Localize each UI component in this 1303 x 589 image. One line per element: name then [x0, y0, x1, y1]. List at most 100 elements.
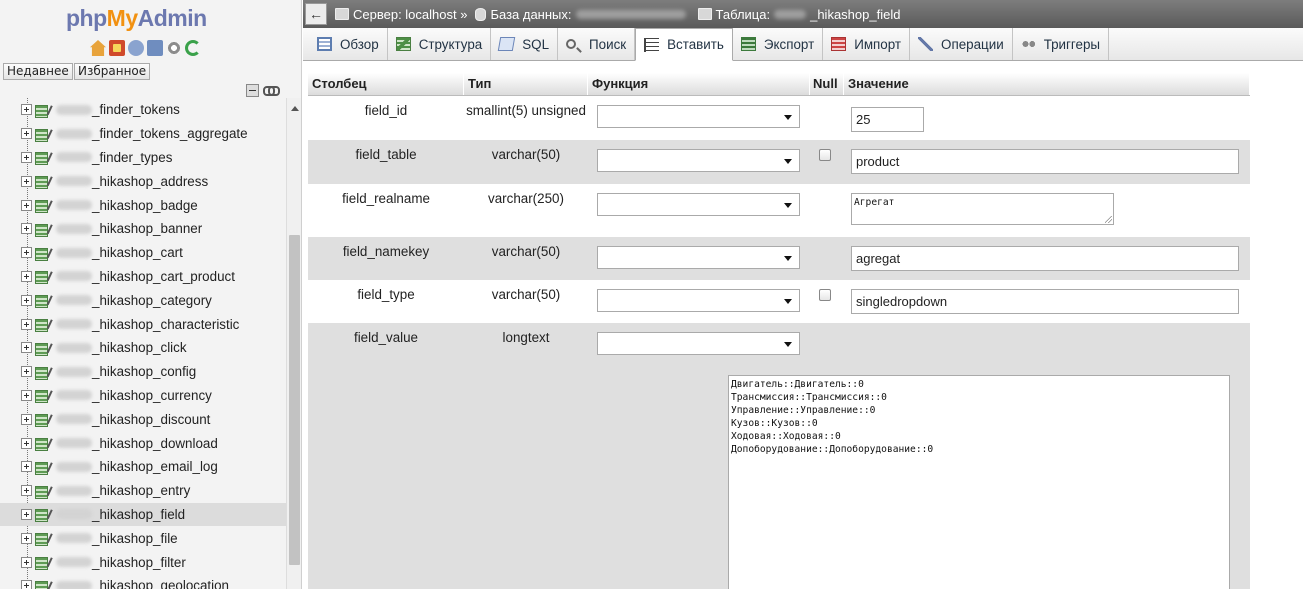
tree-item[interactable]: _hikashop_config	[0, 360, 286, 384]
table-structure-icon[interactable]	[35, 103, 51, 118]
value-input[interactable]: product	[851, 149, 1239, 174]
tree-item-label[interactable]: _hikashop_click	[92, 340, 187, 355]
tree-item[interactable]: _finder_tokens_aggregate	[0, 122, 286, 146]
expand-plus-icon[interactable]	[21, 389, 32, 401]
table-structure-icon[interactable]	[35, 293, 51, 309]
expand-plus-icon[interactable]	[21, 270, 32, 282]
table-structure-icon[interactable]	[35, 388, 51, 404]
expand-plus-icon[interactable]	[21, 247, 32, 259]
tree-item-label[interactable]: _hikashop_discount	[92, 412, 210, 427]
null-checkbox[interactable]	[819, 289, 831, 301]
scroll-up-arrow-icon[interactable]	[291, 106, 299, 111]
tree-item[interactable]: _hikashop_field	[0, 502, 286, 527]
tab-export[interactable]: Экспорт	[733, 28, 824, 60]
tab-sql[interactable]: SQL	[491, 28, 559, 60]
exit-icon[interactable]	[109, 40, 125, 56]
function-select[interactable]	[597, 332, 800, 355]
table-structure-icon[interactable]	[35, 412, 51, 428]
tree-item-label[interactable]: _finder_tokens	[92, 102, 180, 117]
tree-item[interactable]: _finder_tokens	[0, 98, 286, 122]
function-select[interactable]	[597, 149, 800, 172]
expand-plus-icon[interactable]	[21, 461, 32, 473]
tab-browse[interactable]: Обзор	[309, 28, 388, 60]
table-structure-icon[interactable]	[35, 579, 51, 589]
breadcrumb-database[interactable]: База данных:	[475, 7, 689, 22]
tree-item-label[interactable]: _hikashop_badge	[92, 198, 198, 213]
reload-icon[interactable]	[185, 40, 201, 56]
table-structure-icon[interactable]	[35, 150, 51, 166]
value-textarea-large[interactable]: Двигатель::Двигатель::0 Трансмиссия::Тра…	[728, 375, 1230, 589]
table-structure-icon[interactable]	[35, 269, 51, 285]
table-structure-icon[interactable]	[35, 460, 51, 475]
tree-item-label[interactable]: _hikashop_entry	[92, 483, 190, 498]
breadcrumb-table[interactable]: Таблица: _hikashop_field	[697, 7, 900, 22]
tree-item[interactable]: _hikashop_currency	[0, 384, 286, 408]
tab-search[interactable]: Поиск	[558, 28, 636, 60]
tree-item-label[interactable]: _hikashop_characteristic	[92, 317, 239, 332]
tree-item-label[interactable]: _hikashop_config	[92, 364, 196, 379]
expand-plus-icon[interactable]	[21, 508, 32, 520]
collapse-all-icon[interactable]	[246, 84, 259, 97]
tree-item-label[interactable]: _hikashop_currency	[92, 388, 212, 403]
expand-plus-icon[interactable]	[21, 342, 32, 354]
docs-icon[interactable]	[147, 40, 163, 56]
tab-operations-wrench[interactable]: Операции	[910, 28, 1013, 60]
tree-item-label[interactable]: _hikashop_filter	[92, 555, 186, 570]
favorite-tables-button[interactable]: Избранное	[74, 63, 151, 80]
expand-plus-icon[interactable]	[21, 318, 32, 330]
home-icon[interactable]	[90, 40, 106, 56]
tree-item[interactable]: _hikashop_entry	[0, 479, 286, 503]
tree-item[interactable]: _hikashop_characteristic	[0, 312, 286, 336]
table-structure-icon[interactable]	[35, 436, 51, 452]
table-structure-icon[interactable]	[35, 484, 51, 499]
value-input[interactable]: agregat	[851, 246, 1239, 271]
expand-plus-icon[interactable]	[21, 366, 32, 378]
function-select[interactable]	[597, 289, 800, 312]
expand-plus-icon[interactable]	[21, 175, 32, 187]
tree-item[interactable]: _hikashop_cart	[0, 241, 286, 265]
value-input[interactable]: singledropdown	[851, 289, 1239, 314]
tree-item-label[interactable]: _hikashop_cart_product	[92, 269, 235, 284]
function-select[interactable]	[597, 246, 800, 269]
tab-triggers[interactable]: Триггеры	[1013, 28, 1110, 60]
expand-plus-icon[interactable]	[21, 556, 32, 568]
tree-item-label[interactable]: _hikashop_file	[92, 531, 178, 546]
tree-item[interactable]: _hikashop_filter	[0, 550, 286, 574]
tree-item-label[interactable]: _hikashop_download	[92, 436, 218, 451]
table-structure-icon[interactable]	[35, 127, 51, 142]
expand-plus-icon[interactable]	[21, 151, 32, 163]
table-structure-icon[interactable]	[35, 246, 51, 261]
expand-plus-icon[interactable]	[21, 580, 32, 589]
expand-plus-icon[interactable]	[21, 199, 32, 211]
link-with-main-panel-icon[interactable]	[263, 85, 280, 96]
back-arrow-icon[interactable]: ←	[305, 3, 327, 25]
table-structure-icon[interactable]	[35, 365, 51, 380]
tree-item-label[interactable]: _finder_types	[92, 150, 172, 165]
table-structure-icon[interactable]	[35, 531, 51, 547]
tree-item[interactable]: _hikashop_category	[0, 288, 286, 312]
tree-item-label[interactable]: _hikashop_cart	[92, 245, 183, 260]
table-structure-icon[interactable]	[35, 198, 51, 214]
tab-import[interactable]: Импорт	[823, 28, 911, 60]
tree-item[interactable]: _hikashop_geolocation	[0, 574, 286, 589]
breadcrumb-server[interactable]: Сервер: localhost »	[335, 7, 467, 22]
table-structure-icon[interactable]	[35, 317, 51, 333]
tree-item-label[interactable]: _hikashop_field	[92, 507, 185, 522]
tree-item[interactable]: _hikashop_file	[0, 526, 286, 550]
tree-item[interactable]: _hikashop_click	[0, 336, 286, 360]
expand-plus-icon[interactable]	[21, 532, 32, 544]
tree-item[interactable]: _hikashop_badge	[0, 193, 286, 217]
recent-tables-button[interactable]: Недавнее	[3, 63, 73, 80]
scroll-thumb[interactable]	[289, 235, 300, 565]
value-textarea[interactable]: Агрегат	[851, 193, 1114, 225]
expand-plus-icon[interactable]	[21, 223, 32, 235]
tree-item[interactable]: _hikashop_email_log	[0, 455, 286, 479]
tree-item-label[interactable]: _hikashop_geolocation	[92, 578, 229, 589]
tree-item[interactable]: _hikashop_discount	[0, 407, 286, 431]
tab-insert[interactable]: Вставить	[635, 28, 733, 61]
function-select[interactable]	[597, 105, 800, 128]
tree-scrollbar[interactable]	[286, 98, 301, 589]
tree-item[interactable]: _hikashop_banner	[0, 217, 286, 241]
tree-item[interactable]: _hikashop_download	[0, 431, 286, 455]
phpmyadmin-logo[interactable]: phpMyAdmin	[66, 5, 207, 32]
